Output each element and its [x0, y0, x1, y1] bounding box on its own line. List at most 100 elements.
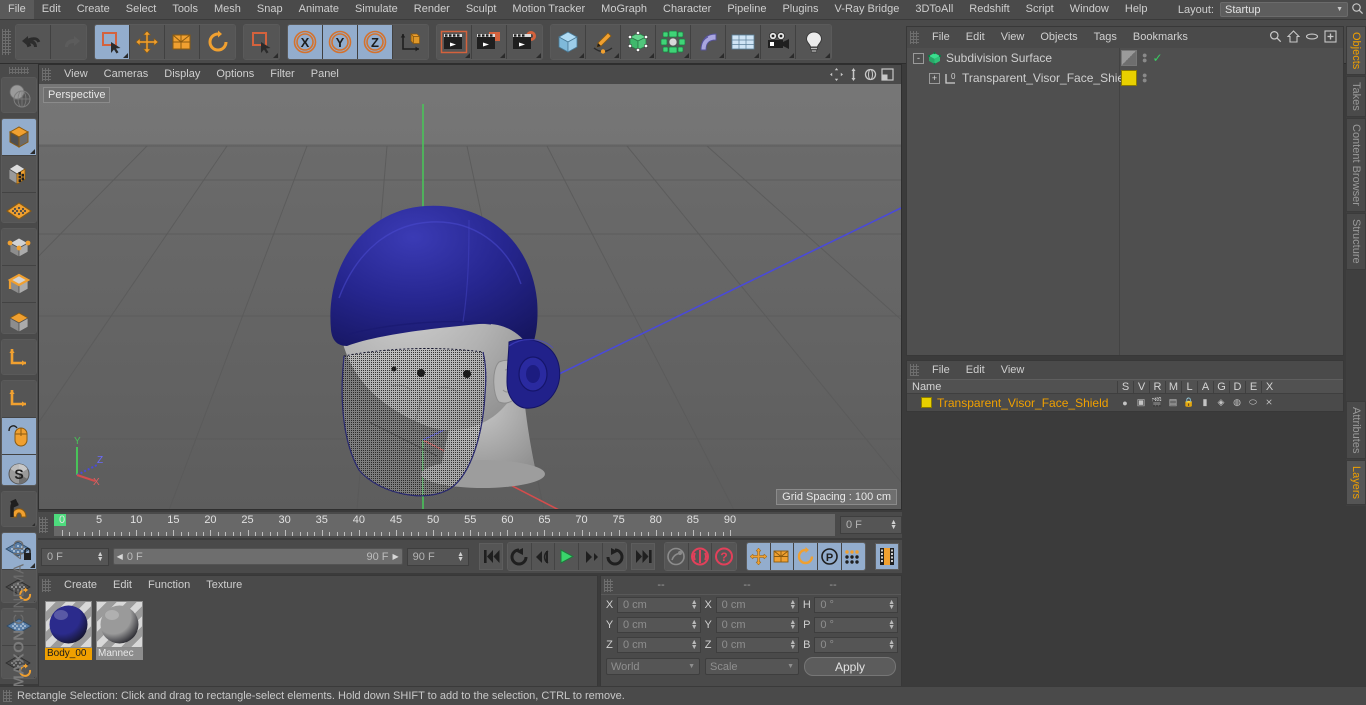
rotate-button[interactable] — [200, 24, 235, 59]
object-axis-button[interactable] — [2, 381, 36, 419]
material-item[interactable]: Body_00 — [45, 601, 92, 660]
menu-item-pipeline[interactable]: Pipeline — [719, 0, 774, 19]
render-settings-button[interactable] — [507, 24, 542, 59]
coord-input-position-0[interactable]: 0 cm ▲ ▼ — [617, 597, 701, 613]
vtab-objects[interactable]: Objects — [1346, 26, 1366, 76]
coord-input-size-2[interactable]: 0 cm ▲ ▼ — [715, 637, 800, 653]
object-menu-edit[interactable]: Edit — [958, 28, 993, 47]
make-editable-button[interactable] — [2, 77, 36, 112]
spinner-icon[interactable]: ▲ ▼ — [888, 639, 895, 651]
search-icon[interactable] — [1348, 2, 1366, 18]
layer-cell-animation-icon[interactable]: ▮ — [1197, 397, 1213, 408]
scale-key-button[interactable] — [770, 543, 795, 570]
viewport-menu-display[interactable]: Display — [156, 65, 208, 84]
viewport-menu-filter[interactable]: Filter — [262, 65, 302, 84]
points-mode-button[interactable] — [2, 229, 36, 267]
menu-item-script[interactable]: Script — [1018, 0, 1062, 19]
dolly-view-icon[interactable] — [846, 67, 861, 82]
visibility-dots-icon[interactable]: ● ● — [1142, 71, 1147, 85]
add-cube-button[interactable] — [551, 24, 586, 59]
subdivision-surface-icon[interactable] — [927, 51, 942, 66]
render-view-button[interactable] — [437, 24, 472, 59]
layer-cell-expression-icon[interactable]: ⬭ — [1245, 397, 1261, 408]
viewport-menu-options[interactable]: Options — [208, 65, 262, 84]
vtab-takes[interactable]: Takes — [1346, 76, 1366, 118]
spinner-icon[interactable]: ▲ ▼ — [789, 639, 796, 651]
menu-item-snap[interactable]: Snap — [249, 0, 291, 19]
expander-toggle[interactable]: - — [913, 52, 924, 64]
viewport-menu-cameras[interactable]: Cameras — [96, 65, 157, 84]
menu-item-window[interactable]: Window — [1062, 0, 1117, 19]
material-menu-create[interactable]: Create — [56, 576, 105, 595]
scale-button[interactable] — [165, 24, 200, 59]
layer-cell-render-icon[interactable]: 🎬 — [1149, 397, 1165, 408]
menu-item-sculpt[interactable]: Sculpt — [458, 0, 505, 19]
magnet-button[interactable] — [2, 491, 36, 527]
layer-menu-file[interactable]: File — [924, 361, 958, 380]
coord-input-size-0[interactable]: 0 cm ▲ ▼ — [715, 597, 800, 613]
timeline-scrollbar[interactable]: ◀ 0 F 90 F ▶ — [112, 548, 403, 565]
object-menu-objects[interactable]: Objects — [1032, 28, 1085, 47]
coord-input-size-1[interactable]: 0 cm ▲ ▼ — [715, 617, 800, 633]
layer-cell-solo-dot-icon[interactable]: ● — [1117, 398, 1133, 408]
coordinate-system-dropdown[interactable]: World ▼ — [606, 658, 700, 675]
coordinates-grip[interactable] — [604, 578, 613, 592]
material-menu-function[interactable]: Function — [140, 576, 198, 595]
coord-input-rotation-1[interactable]: 0 ° ▲ ▼ — [814, 617, 899, 633]
object-row[interactable]: +0 Transparent_Visor_Face_Shield ● ● — [907, 68, 1343, 88]
layer-cell-lock-icon[interactable]: 🔒 — [1181, 397, 1197, 408]
coord-input-rotation-0[interactable]: 0 ° ▲ ▼ — [814, 597, 899, 613]
lock-x-button[interactable]: X — [288, 24, 323, 59]
edges-mode-button[interactable] — [2, 266, 36, 304]
material-item[interactable]: Mannec — [96, 601, 143, 660]
object-menu-file[interactable]: File — [924, 28, 958, 47]
polygon-object-icon[interactable]: 0 — [943, 71, 958, 86]
layer-row[interactable]: Transparent_Visor_Face_Shield ● ▣ 🎬 ▤ 🔒 ▮ ◈ ◍ ⬭ ⨯ — [907, 394, 1343, 411]
layer-menu-edit[interactable]: Edit — [958, 361, 993, 380]
expander-toggle[interactable]: + — [929, 72, 940, 84]
object-menu-tags[interactable]: Tags — [1086, 28, 1125, 47]
status-grip[interactable] — [3, 690, 12, 702]
polygons-mode-button[interactable] — [2, 303, 36, 333]
menu-item-edit[interactable]: Edit — [34, 0, 69, 19]
go-to-previous-frame-button[interactable] — [531, 543, 556, 570]
position-key-button[interactable] — [746, 543, 771, 570]
timeline-grip[interactable] — [39, 517, 48, 533]
rotate-view-icon[interactable] — [863, 67, 878, 82]
viewport-menu-panel[interactable]: Panel — [303, 65, 347, 84]
viewport-3d[interactable]: Perspective Y Z X Grid Spacing: 100 cm — [39, 84, 901, 509]
menu-item-motion-tracker[interactable]: Motion Tracker — [504, 0, 593, 19]
start-frame-field[interactable]: 0 F ▲ ▼ — [41, 547, 109, 566]
timeline-ruler[interactable]: 0 5 10 15 20 25 30 35 40 45 50 55 60 65 70 75 80 85 90 — [53, 513, 836, 537]
scroll-left-arrow-icon[interactable]: ◀ — [117, 552, 123, 561]
redo-button[interactable] — [51, 24, 86, 59]
parameter-key-button[interactable]: P — [817, 543, 842, 570]
coord-input-position-2[interactable]: 0 cm ▲ ▼ — [617, 637, 701, 653]
checker-tag-icon[interactable] — [1121, 50, 1137, 66]
add-camera-button[interactable] — [761, 24, 796, 59]
menu-item-mesh[interactable]: Mesh — [206, 0, 249, 19]
menu-item-help[interactable]: Help — [1117, 0, 1156, 19]
menu-item-animate[interactable]: Animate — [291, 0, 347, 19]
layer-cell-generator-icon[interactable]: ◈ — [1213, 397, 1229, 408]
vtab-content-browser[interactable]: Content Browser — [1346, 118, 1366, 212]
spinner-icon[interactable]: ▲ ▼ — [888, 619, 895, 631]
material-menu-grip[interactable] — [42, 579, 51, 592]
spinner-icon[interactable]: ▲ ▼ — [691, 619, 698, 631]
add-environment-button[interactable] — [726, 24, 761, 59]
lock-y-button[interactable]: Y — [323, 24, 358, 59]
play-button[interactable] — [555, 543, 579, 570]
spinner-icon[interactable]: ▲ ▼ — [888, 599, 895, 611]
layer-cell-manager-icon[interactable]: ▤ — [1165, 397, 1181, 408]
layer-cell-deformer-icon[interactable]: ◍ — [1229, 397, 1245, 408]
menu-item-v-ray-bridge[interactable]: V-Ray Bridge — [827, 0, 908, 19]
live-selection-button[interactable] — [95, 24, 130, 59]
menu-item-character[interactable]: Character — [655, 0, 719, 19]
go-to-start-button[interactable] — [479, 543, 503, 570]
workplane-mode-button[interactable] — [2, 192, 36, 223]
layer-cell-visible-icon[interactable]: ▣ — [1133, 397, 1149, 408]
add-mograph-button[interactable] — [656, 24, 691, 59]
spinner-icon[interactable]: ▲ ▼ — [890, 519, 899, 531]
object-menu-grip[interactable] — [910, 31, 919, 44]
material-thumbnail[interactable] — [96, 601, 143, 648]
